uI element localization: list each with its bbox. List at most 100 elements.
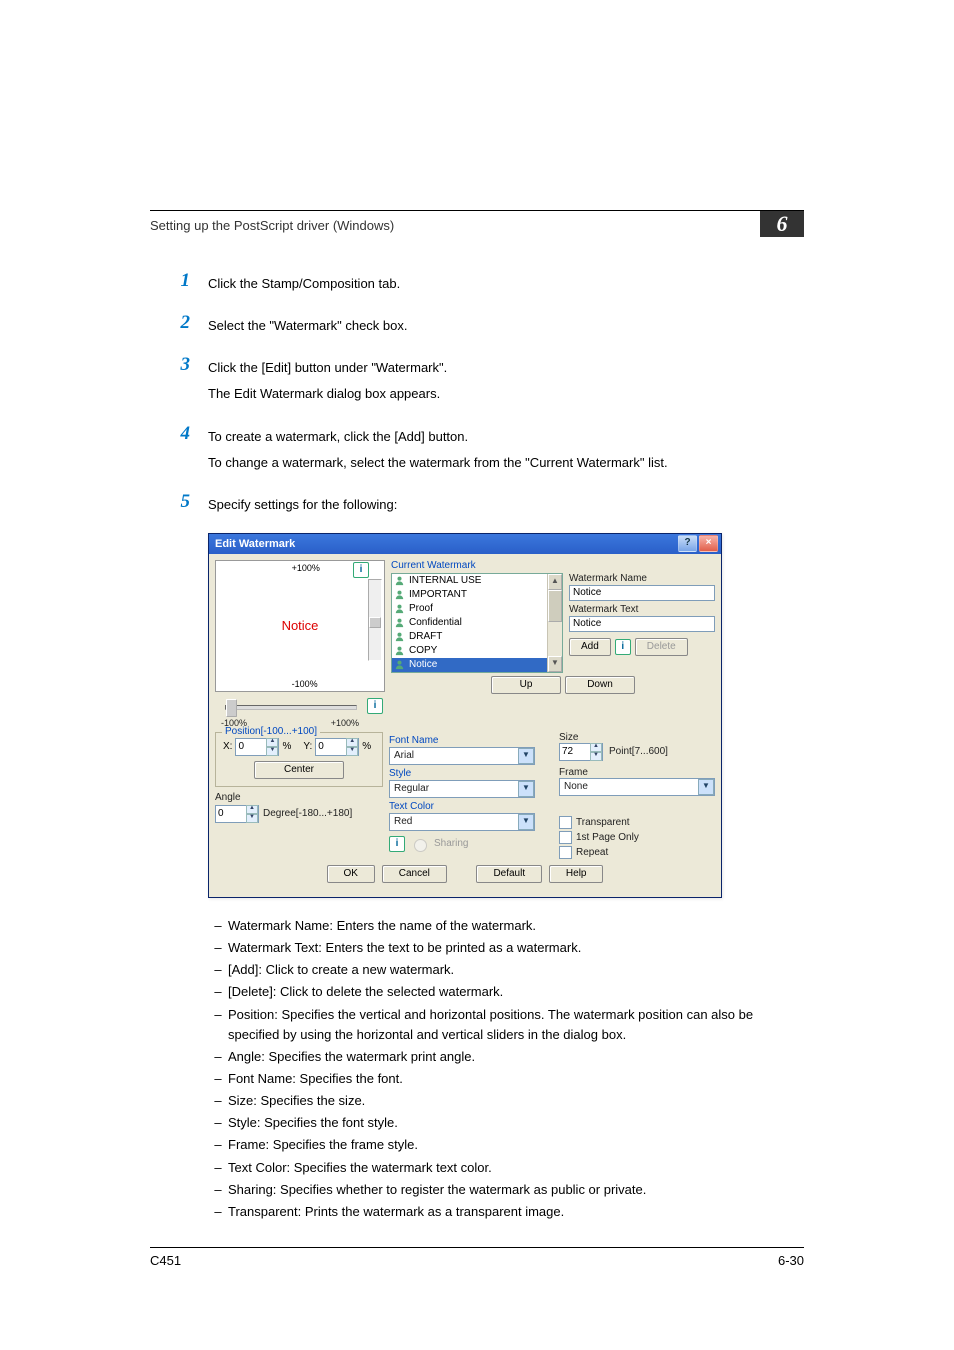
- up-button[interactable]: Up: [491, 676, 561, 694]
- style-label: Style: [389, 768, 553, 779]
- text-color-select[interactable]: Red ▼: [389, 813, 535, 831]
- current-watermark-list[interactable]: INTERNAL USE IMPORTANTProofConfidential DR…: [391, 573, 563, 673]
- list-item[interactable]: Notice: [392, 658, 562, 672]
- description-text: [Add]: Click to create a new watermark.: [228, 960, 454, 980]
- down-button[interactable]: Down: [565, 676, 635, 694]
- chevron-down-icon[interactable]: ▼: [518, 814, 534, 830]
- dash-icon: –: [208, 982, 228, 1002]
- info-icon[interactable]: i: [353, 562, 369, 578]
- description-text: Frame: Specifies the frame style.: [228, 1135, 418, 1155]
- watermark-name-input[interactable]: [569, 585, 715, 601]
- chevron-down-icon[interactable]: ▼: [518, 748, 534, 764]
- position-group: Position[-100...+100] X: ▲▼ % Y:: [215, 732, 383, 787]
- font-name-label: Font Name: [389, 735, 553, 746]
- list-item[interactable]: INTERNAL USE: [392, 574, 562, 588]
- step-body: To create a watermark, click the [Add] b…: [208, 423, 668, 479]
- dialog-title: Edit Watermark: [215, 538, 295, 550]
- description-item: –Sharing: Specifies whether to register …: [208, 1180, 804, 1200]
- description-text: Watermark Name: Enters the name of the w…: [228, 916, 536, 936]
- step-body: Click the Stamp/Composition tab.: [208, 270, 400, 300]
- description-text: Sharing: Specifies whether to register t…: [228, 1180, 646, 1200]
- list-item-label: Confidential: [409, 617, 462, 628]
- horizontal-position-slider[interactable]: [225, 705, 357, 710]
- close-icon[interactable]: ×: [699, 535, 718, 552]
- watermark-item-icon: [394, 659, 405, 670]
- page-header-title: Setting up the PostScript driver (Window…: [150, 218, 394, 233]
- size-input[interactable]: [560, 745, 590, 759]
- angle-range-label: Degree[-180...+180]: [263, 808, 352, 819]
- add-button[interactable]: Add: [569, 638, 611, 656]
- x-position-input[interactable]: [236, 740, 266, 754]
- style-select[interactable]: Regular ▼: [389, 780, 535, 798]
- list-item[interactable]: Proof: [392, 602, 562, 616]
- frame-label: Frame: [559, 767, 715, 778]
- dash-icon: –: [208, 1158, 228, 1178]
- ok-button[interactable]: OK: [327, 865, 375, 883]
- scroll-up-arrow-icon[interactable]: ▲: [548, 574, 562, 590]
- step-number: 5: [150, 491, 208, 521]
- first-page-only-checkbox[interactable]: [559, 831, 572, 844]
- help-icon[interactable]: ?: [678, 535, 697, 552]
- default-button[interactable]: Default: [476, 865, 542, 883]
- list-item-label: INTERNAL USE: [409, 575, 481, 586]
- size-range-label: Point[7...600]: [609, 746, 668, 757]
- dash-icon: –: [208, 1180, 228, 1200]
- y-position-stepper[interactable]: ▲▼: [315, 738, 359, 756]
- font-name-select[interactable]: Arial ▼: [389, 747, 535, 765]
- frame-select[interactable]: None ▼: [559, 778, 715, 796]
- y-label: Y:: [303, 741, 312, 752]
- description-item: –Style: Specifies the font style.: [208, 1113, 804, 1133]
- step-number: 2: [150, 312, 208, 342]
- description-item: –Frame: Specifies the frame style.: [208, 1135, 804, 1155]
- chevron-down-icon[interactable]: ▼: [698, 779, 714, 795]
- scroll-down-arrow-icon[interactable]: ▼: [548, 656, 562, 672]
- preview-minus-100: -100%: [292, 679, 318, 689]
- list-item[interactable]: Confidential: [392, 616, 562, 630]
- size-stepper[interactable]: ▲▼: [559, 743, 603, 761]
- description-item: –Angle: Specifies the watermark print an…: [208, 1047, 804, 1067]
- y-position-input[interactable]: [316, 740, 346, 754]
- dash-icon: –: [208, 1091, 228, 1111]
- list-item-label: COPY: [409, 645, 437, 656]
- position-legend: Position[-100...+100]: [222, 726, 320, 737]
- watermark-text-input[interactable]: [569, 616, 715, 632]
- angle-stepper[interactable]: ▲▼: [215, 805, 259, 823]
- vertical-position-slider[interactable]: [368, 579, 382, 661]
- dash-icon: –: [208, 960, 228, 980]
- text-color-label: Text Color: [389, 801, 553, 812]
- help-button[interactable]: Help: [549, 865, 604, 883]
- watermark-name-label: Watermark Name: [569, 573, 715, 584]
- description-text: Position: Specifies the vertical and hor…: [228, 1005, 804, 1045]
- watermark-item-icon: [394, 589, 405, 600]
- info-icon[interactable]: i: [389, 836, 405, 852]
- description-text: Text Color: Specifies the watermark text…: [228, 1158, 492, 1178]
- x-position-stepper[interactable]: ▲▼: [235, 738, 279, 756]
- list-item-label: Notice: [409, 659, 437, 670]
- step-body: Click the [Edit] button under "Watermark…: [208, 354, 447, 410]
- step-body: Specify settings for the following:: [208, 491, 397, 521]
- dash-icon: –: [208, 1202, 228, 1222]
- info-icon[interactable]: i: [367, 698, 383, 714]
- angle-input[interactable]: [216, 807, 246, 821]
- description-list: – Watermark Name: Enters the name of the …: [208, 916, 804, 1222]
- step-number: 3: [150, 354, 208, 410]
- list-item[interactable]: COPY: [392, 644, 562, 658]
- chevron-down-icon[interactable]: ▼: [518, 781, 534, 797]
- watermark-preview: i +100% Notice -100%: [215, 560, 385, 692]
- description-text: Angle: Specifies the watermark print ang…: [228, 1047, 475, 1067]
- dash-icon: –: [208, 1069, 228, 1089]
- sharing-label: Sharing: [434, 838, 468, 849]
- dash-icon: –: [208, 1113, 228, 1133]
- delete-button[interactable]: Delete: [635, 638, 688, 656]
- info-icon[interactable]: i: [615, 639, 631, 655]
- transparent-checkbox[interactable]: [559, 816, 572, 829]
- step-body: Select the "Watermark" check box.: [208, 312, 408, 342]
- list-item[interactable]: DRAFT: [392, 630, 562, 644]
- text-color-value: Red: [394, 816, 412, 827]
- center-button[interactable]: Center: [254, 761, 344, 779]
- scrollbar-thumb[interactable]: [548, 590, 562, 622]
- horizontal-slider-thumb[interactable]: [226, 699, 237, 717]
- list-item[interactable]: IMPORTANT: [392, 588, 562, 602]
- cancel-button[interactable]: Cancel: [382, 865, 447, 883]
- repeat-checkbox[interactable]: [559, 846, 572, 859]
